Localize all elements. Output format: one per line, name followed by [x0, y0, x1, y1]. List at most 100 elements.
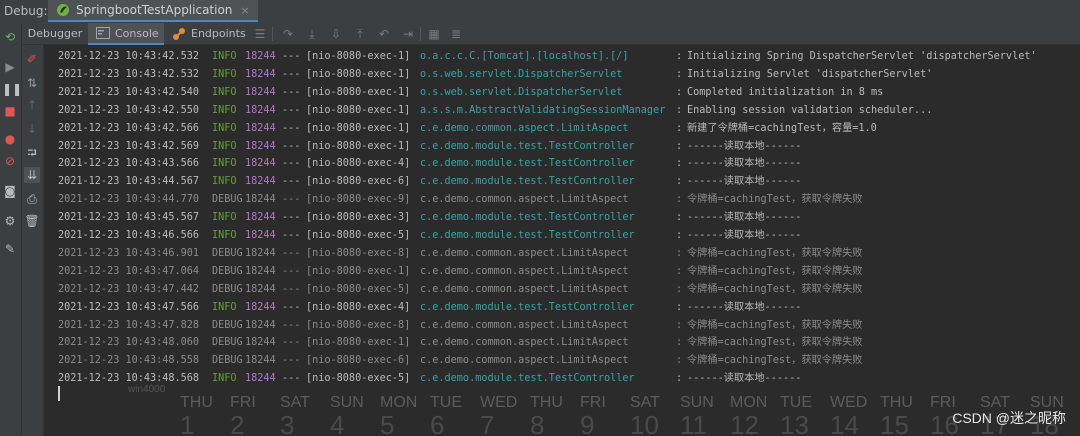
camera-icon[interactable]: ◙ — [2, 183, 18, 199]
scroll-to-end-icon[interactable]: ⇊ — [24, 167, 40, 183]
log-separator: --- — [282, 122, 301, 134]
log-level: INFO — [212, 373, 237, 385]
log-pid: 18244 — [245, 319, 276, 331]
log-timestamp: 2021-12-23 10:43:48.060 — [58, 337, 200, 349]
step-into-icon[interactable]: ⤓ — [304, 26, 320, 42]
text-caret — [58, 386, 60, 401]
log-separator: --- — [282, 265, 301, 277]
log-message: 令牌桶=cachingTest，获取令牌失败 — [687, 355, 863, 367]
log-separator: --- — [282, 283, 301, 295]
log-colon: : — [676, 319, 683, 331]
up-arrow-icon[interactable]: ↑ — [24, 97, 40, 113]
step-out-icon[interactable]: ⤒ — [352, 26, 368, 42]
menu-icon[interactable]: ☰ — [252, 26, 268, 42]
close-icon[interactable]: × — [240, 4, 249, 17]
log-separator: --- — [282, 104, 301, 116]
log-pid: 18244 — [245, 337, 276, 349]
log-thread: [nio-8080-exec-8] — [306, 319, 411, 331]
log-pid: 18244 — [245, 212, 276, 224]
log-timestamp: 2021-12-23 10:43:48.568 — [58, 373, 200, 385]
mute-breakpoints-icon[interactable]: ⊘ — [2, 153, 18, 169]
tab-console-label: Console — [115, 26, 159, 40]
log-logger: o.s.web.servlet.DispatcherServlet — [420, 86, 623, 98]
log-thread: [nio-8080-exec-8] — [306, 247, 411, 259]
log-thread: [nio-8080-exec-9] — [306, 194, 411, 206]
log-message: 令牌桶=cachingTest，获取令牌失败 — [687, 337, 863, 349]
log-thread: [nio-8080-exec-1] — [306, 140, 411, 152]
toolbar-separator — [420, 27, 421, 41]
log-timestamp: 2021-12-23 10:43:47.064 — [58, 265, 200, 277]
log-message: 新建了令牌桶=cachingTest，容量=1.0 — [687, 122, 877, 134]
tab-console[interactable]: Console — [88, 23, 164, 45]
log-timestamp: 2021-12-23 10:43:48.558 — [58, 355, 200, 367]
trash-icon[interactable]: 🗑 — [24, 213, 40, 229]
run-to-cursor-icon[interactable]: ⇥ — [400, 26, 416, 42]
log-pid: 18244 — [245, 176, 276, 188]
run-config-tab[interactable]: SpringbootTestApplication × — [48, 0, 258, 22]
log-level: DEBUG — [212, 337, 243, 349]
log-thread: [nio-8080-exec-1] — [306, 104, 411, 116]
log-colon: : — [676, 68, 683, 80]
log-thread: [nio-8080-exec-1] — [306, 86, 411, 98]
log-logger: c.e.demo.module.test.TestController — [420, 158, 635, 170]
print-icon[interactable]: ⎙ — [24, 191, 40, 207]
tab-endpoints[interactable]: Endpoints — [172, 23, 248, 44]
log-timestamp: 2021-12-23 10:43:44.770 — [58, 194, 200, 206]
log-level: INFO — [212, 51, 237, 62]
run-config-name: SpringbootTestApplication — [76, 3, 233, 17]
log-timestamp: 2021-12-23 10:43:42.532 — [58, 68, 200, 80]
view-breakpoints-icon[interactable]: ● — [2, 131, 18, 147]
log-colon: : — [676, 301, 683, 313]
stop-icon[interactable]: ■ — [2, 103, 18, 119]
drop-frame-icon[interactable]: ↶ — [376, 26, 392, 42]
force-step-into-icon[interactable]: ⇩ — [328, 26, 344, 42]
log-colon: : — [676, 86, 683, 98]
log-thread: [nio-8080-exec-1] — [306, 51, 411, 62]
sort-icon[interactable]: ⇅ — [24, 75, 40, 91]
settings-icon[interactable]: ⚙ — [2, 213, 18, 229]
log-message: Initializing Spring DispatcherServlet 'd… — [687, 51, 1037, 62]
log-timestamp: 2021-12-23 10:43:46.566 — [58, 230, 200, 241]
log-timestamp: 2021-12-23 10:43:47.566 — [58, 301, 200, 313]
tab-debugger[interactable]: Debugger — [22, 23, 88, 44]
log-thread: [nio-8080-exec-4] — [306, 301, 411, 313]
log-timestamp: 2021-12-23 10:43:47.828 — [58, 319, 200, 331]
soft-wrap-icon[interactable]: ⮒ — [24, 145, 40, 161]
log-colon: : — [676, 283, 683, 295]
log-level: DEBUG — [212, 355, 243, 367]
log-message: 令牌桶=cachingTest，获取令牌失败 — [687, 265, 863, 277]
pin-icon[interactable]: ✎ — [2, 241, 18, 257]
resume-icon[interactable]: ▶ — [2, 59, 18, 75]
log-colon: : — [676, 104, 683, 116]
pause-icon[interactable]: ❚❚ — [2, 81, 22, 97]
log-colon: : — [676, 355, 683, 367]
log-timestamp: 2021-12-23 10:43:47.442 — [58, 283, 200, 295]
log-message: ------读取本地------ — [687, 158, 802, 170]
log-pid: 18244 — [245, 140, 276, 152]
log-thread: [nio-8080-exec-4] — [306, 158, 411, 170]
log-pid: 18244 — [245, 158, 276, 170]
log-pid: 18244 — [245, 283, 276, 295]
evaluate-icon[interactable]: ▦ — [426, 26, 442, 42]
log-level: INFO — [212, 212, 237, 224]
log-colon: : — [676, 265, 683, 277]
log-pid: 18244 — [245, 355, 276, 367]
step-over-icon[interactable]: ↷ — [280, 26, 296, 42]
rerun-icon[interactable]: ⟲ — [2, 29, 18, 45]
down-arrow-icon[interactable]: ↓ — [24, 121, 40, 137]
log-separator: --- — [282, 51, 301, 62]
log-message: ------读取本地------ — [687, 140, 802, 152]
trace-icon[interactable]: ≣ — [448, 26, 464, 42]
console-output[interactable]: 2021-12-23 10:43:42.532 INFO 18244 --- [nio-… — [44, 46, 1080, 436]
log-pid: 18244 — [245, 122, 276, 134]
log-separator: --- — [282, 86, 301, 98]
log-logger: c.e.demo.common.aspect.LimitAspect — [420, 247, 629, 259]
clear-output-icon[interactable]: ✐ — [24, 51, 40, 67]
log-message: ------读取本地------ — [687, 212, 802, 224]
log-thread: [nio-8080-exec-1] — [306, 122, 411, 134]
log-logger: c.e.demo.common.aspect.LimitAspect — [420, 319, 629, 331]
log-pid: 18244 — [245, 51, 276, 62]
log-level: INFO — [212, 122, 237, 134]
log-timestamp: 2021-12-23 10:43:46.901 — [58, 247, 200, 259]
log-message: Completed initialization in 8 ms — [687, 86, 884, 98]
